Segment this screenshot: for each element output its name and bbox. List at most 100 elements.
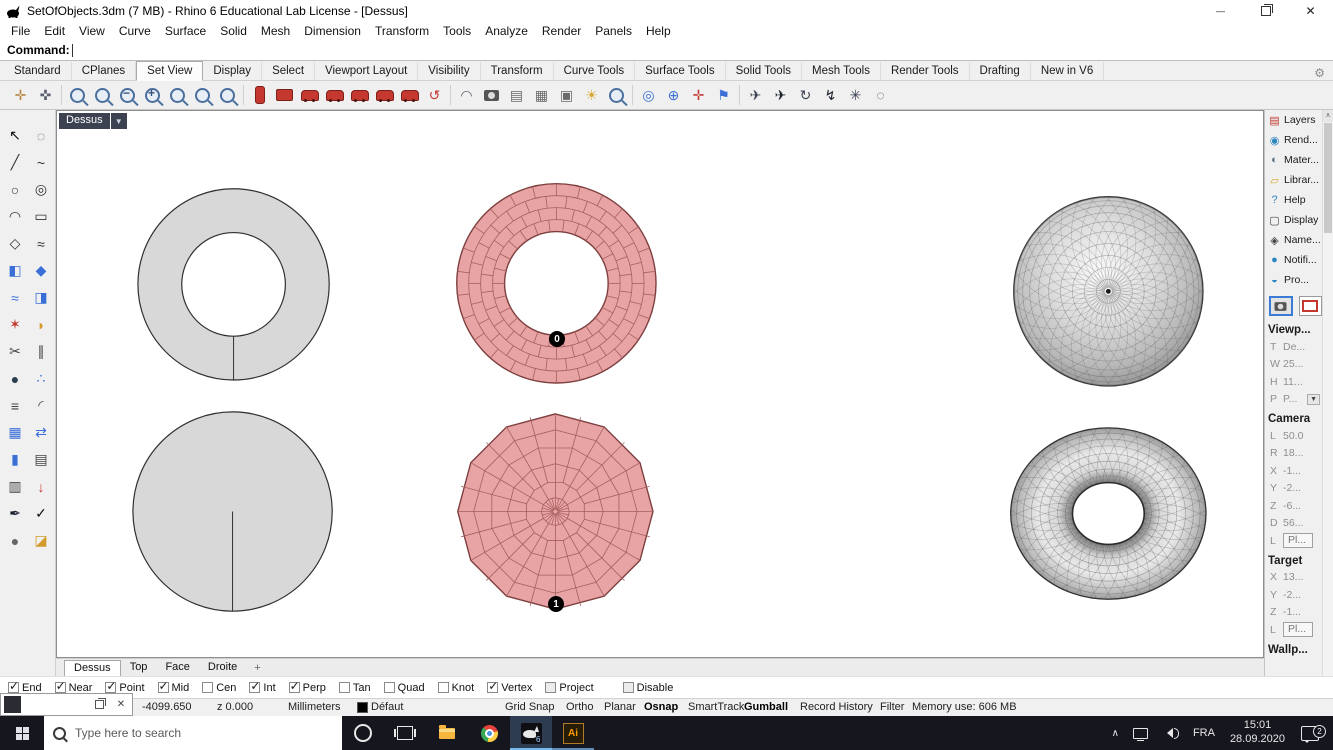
checkbox-int[interactable] (249, 679, 260, 693)
checkbox-project[interactable] (545, 682, 557, 693)
property-row[interactable]: Z -1... (1265, 604, 1322, 622)
checkbox-cen[interactable] (202, 682, 214, 693)
toolbar-fly-view-icon[interactable]: ✈ (743, 83, 768, 107)
property-row[interactable]: X -1... (1265, 462, 1322, 480)
property-value[interactable]: 18... (1283, 447, 1303, 459)
palette-offset-curve-icon[interactable]: ≡ (2, 392, 28, 419)
palette-polyline-icon[interactable]: ╱ (2, 149, 28, 176)
checkbox-vertex[interactable] (487, 679, 498, 693)
coordinate-z[interactable]: z 0.000 (217, 701, 253, 713)
palette-arc-icon[interactable]: ◠ (2, 203, 28, 230)
start-button[interactable] (0, 716, 44, 750)
tab-visibility[interactable]: Visibility (418, 62, 481, 80)
palette-array-icon[interactable]: ▦ (2, 419, 28, 446)
menu-edit[interactable]: Edit (37, 24, 72, 38)
panel-item-mater[interactable]: ◐ Mater... (1265, 150, 1322, 170)
checkbox-end[interactable] (8, 679, 19, 693)
toolbar-fly-view-alt-icon[interactable]: ✈ (768, 83, 793, 107)
smarttrack-pane[interactable]: SmartTrack (688, 701, 744, 713)
scroll-up-arrow-icon[interactable]: ∧ (1323, 110, 1333, 122)
menu-view[interactable]: View (72, 24, 112, 38)
taskbar-search-input[interactable] (73, 725, 333, 741)
menu-tools[interactable]: Tools (436, 24, 478, 38)
volume-tray-icon[interactable] (1155, 716, 1186, 750)
toolbar-turntable-icon[interactable]: ↻ (793, 83, 818, 107)
property-row[interactable]: R 18... (1265, 445, 1322, 463)
panel-item-display[interactable]: ▢ Display (1265, 210, 1322, 230)
record-history-pane[interactable]: Record History (800, 701, 873, 713)
palette-eraser-icon[interactable]: ◪ (28, 527, 54, 554)
checkbox-point[interactable] (105, 679, 116, 693)
palette-cylinder-icon[interactable]: ▮ (2, 446, 28, 473)
property-value[interactable]: 13... (1283, 571, 1303, 583)
dropdown-chevron-icon[interactable] (1307, 393, 1320, 405)
toolbar-orbit-dots-icon[interactable]: ◌ (868, 83, 893, 107)
toolbar-set-view-bottom-icon[interactable] (322, 83, 347, 107)
palette-rectangle-icon[interactable]: ▭ (28, 203, 54, 230)
palette-pin-point-icon[interactable]: ↓ (28, 473, 54, 500)
task-view-taskbar-button[interactable] (384, 716, 426, 750)
toolbar-tilt-view-icon[interactable]: ◠ (454, 83, 479, 107)
palette-control-point-curve-icon[interactable]: ~ (28, 149, 54, 176)
minimize-button[interactable] (1198, 0, 1243, 22)
property-value[interactable]: 11... (1283, 376, 1303, 388)
toolbar-sun-light-icon[interactable]: ☀ (579, 83, 604, 107)
toolbar-move-view-icon[interactable]: ✜ (33, 83, 58, 107)
toolbar-zoom-extents-all-icon[interactable] (190, 83, 215, 107)
viewport-dessus[interactable]: Dessus 0 1 (56, 110, 1264, 658)
viewport-tab-face[interactable]: Face (156, 660, 198, 675)
osnap-vertex[interactable]: Vertex (487, 679, 532, 694)
viewport-tab-dessus[interactable]: Dessus (64, 659, 121, 676)
tab-select[interactable]: Select (262, 62, 316, 80)
property-value[interactable]: De... (1283, 341, 1305, 353)
menu-render[interactable]: Render (535, 24, 588, 38)
property-row[interactable]: L Pl... (1265, 621, 1322, 639)
palette-revolve-icon[interactable]: ◗ (28, 311, 54, 338)
toolbar-zoom-extents-icon[interactable] (165, 83, 190, 107)
palette-select-arrow-icon[interactable]: ↖ (2, 122, 28, 149)
toolbar-pan-view-icon[interactable]: ✛ (8, 83, 33, 107)
chrome-taskbar-button[interactable] (468, 716, 510, 750)
tab-standard[interactable]: Standard (4, 62, 72, 80)
palette-polygon-icon[interactable]: ◇ (2, 230, 28, 257)
property-value[interactable]: P... (1283, 393, 1297, 405)
property-value[interactable]: 56... (1283, 517, 1303, 529)
tab-transform[interactable]: Transform (481, 62, 554, 80)
toolbar-place-target-icon[interactable]: ✛ (686, 83, 711, 107)
palette-annotate-pen-icon[interactable]: ✒ (2, 500, 28, 527)
tab-solid-tools[interactable]: Solid Tools (726, 62, 802, 80)
property-value[interactable]: -2... (1283, 482, 1301, 494)
palette-grid-icon[interactable]: ▥ (2, 473, 28, 500)
toolbar-set-view-front-icon[interactable] (397, 83, 422, 107)
restore-button[interactable] (1243, 0, 1288, 22)
coordinate-x[interactable]: -4099.650 (142, 701, 192, 713)
toolbar-target-view-icon[interactable]: ◎ (636, 83, 661, 107)
palette-fillet-corner-icon[interactable]: ◜ (28, 392, 54, 419)
panel-item-layers[interactable]: ▤ Layers (1265, 110, 1322, 130)
palette-freeform-curve-icon[interactable]: ≈ (28, 230, 54, 257)
tab-viewport-layout[interactable]: Viewport Layout (315, 62, 419, 80)
property-row[interactable]: D 56... (1265, 515, 1322, 533)
palette-ellipse-icon[interactable]: ◎ (28, 176, 54, 203)
osnap-mid[interactable]: Mid (157, 679, 189, 694)
mini-window-restore-button[interactable] (88, 694, 110, 715)
taskbar-clock[interactable]: 15:01 28.09.2020 (1222, 719, 1293, 747)
osnap-knot[interactable]: Knot (437, 682, 474, 694)
panel-scrollbar[interactable]: ∧ (1322, 110, 1333, 676)
shaded-view-button[interactable] (1269, 296, 1293, 316)
palette-split-icon[interactable]: ∥ (28, 338, 54, 365)
command-input[interactable] (72, 41, 1333, 59)
sphere-object[interactable] (1013, 196, 1204, 387)
tab-surface-tools[interactable]: Surface Tools (635, 62, 726, 80)
mini-floating-window[interactable] (0, 693, 133, 716)
toolbar-crosshair-icon[interactable]: ⊕ (661, 83, 686, 107)
meshed-annulus-object[interactable] (456, 183, 657, 384)
toolbar-zoom-dynamic-icon[interactable] (65, 83, 90, 107)
palette-hatch-icon[interactable]: ▤ (28, 446, 54, 473)
toolbar-flag-icon[interactable]: ⚑ (711, 83, 736, 107)
toolbar-set-view-plan-icon[interactable] (247, 83, 272, 107)
illustrator-taskbar-button[interactable]: Ai (552, 716, 594, 750)
menu-file[interactable]: File (4, 24, 37, 38)
scroll-thumb[interactable] (1324, 123, 1332, 233)
property-row[interactable]: T De... (1265, 338, 1322, 356)
